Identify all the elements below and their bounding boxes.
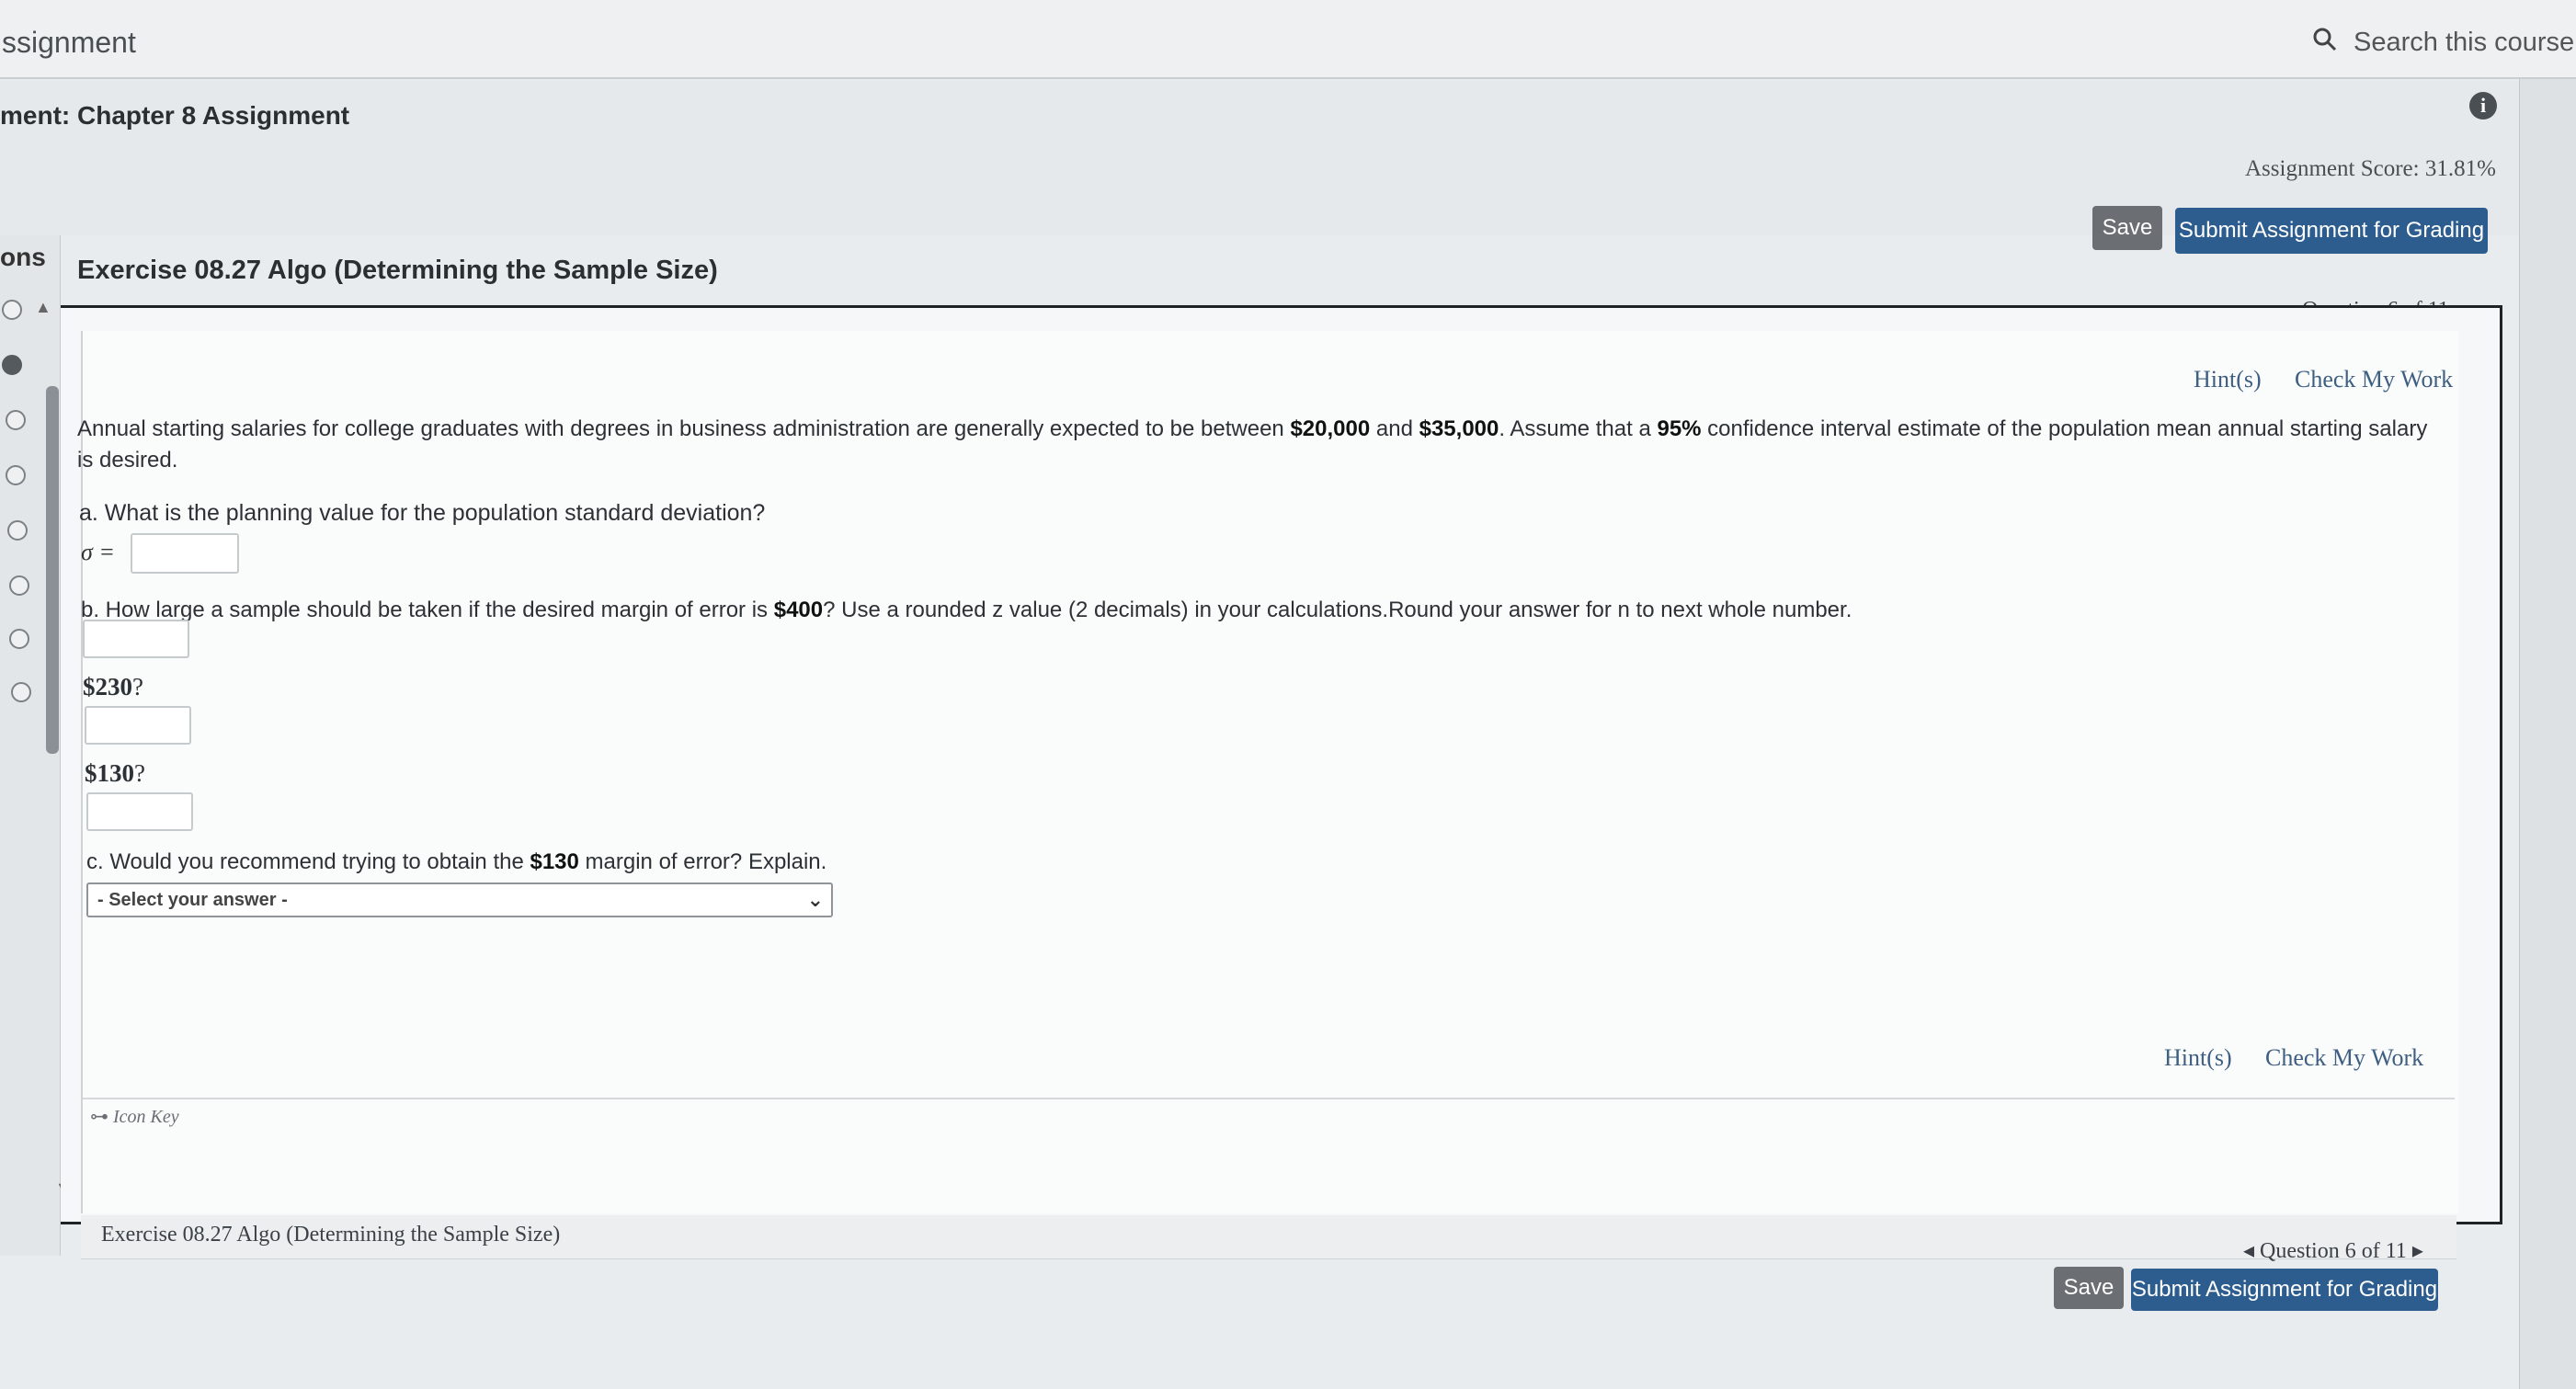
question-c: c. Would you recommend trying to obtain … [86, 849, 827, 874]
right-edge [2519, 79, 2576, 1389]
sidebar-label: ons [0, 243, 46, 271]
top-bar [0, 0, 2576, 79]
search-icon[interactable] [2311, 26, 2339, 53]
hints-link-bottom[interactable]: Hint(s) [2164, 1044, 2232, 1072]
sigma-input[interactable] [131, 533, 239, 574]
question-status-icon[interactable] [2, 300, 22, 320]
question-status-icon[interactable] [11, 682, 31, 702]
question-status-icon[interactable] [2, 355, 22, 375]
check-my-work-link-bottom[interactable]: Check My Work [2265, 1044, 2423, 1072]
question-status-icon[interactable] [6, 465, 26, 485]
prev-question-icon[interactable]: ◂ [2243, 1239, 2260, 1263]
key-icon: ⊶ [90, 1107, 113, 1127]
search-input[interactable]: Search this course [2354, 28, 2574, 58]
sample-size-400-input[interactable] [83, 620, 189, 658]
question-nav-label: Question 6 of 11 [2260, 1239, 2407, 1263]
question-b: b. How large a sample should be taken if… [81, 598, 1852, 622]
margin-230-label: $230? [83, 673, 143, 700]
check-my-work-link[interactable]: Check My Work [2295, 366, 2453, 393]
info-icon[interactable]: i [2469, 92, 2497, 120]
save-button[interactable]: Save [2092, 206, 2162, 250]
hints-link[interactable]: Hint(s) [2194, 366, 2262, 393]
question-status-icon[interactable] [6, 410, 26, 430]
next-question-icon[interactable]: ▸ [2407, 1239, 2423, 1263]
save-button-bottom[interactable]: Save [2054, 1267, 2124, 1309]
icon-key[interactable]: ⊶ Icon Key [90, 1105, 179, 1128]
sigma-label: σ = [81, 539, 115, 565]
sample-size-130-input[interactable] [86, 792, 193, 831]
question-status-icon[interactable] [9, 575, 29, 596]
assignment-title: ment: Chapter 8 Assignment [0, 101, 350, 130]
footer-exercise-title: Exercise 08.27 Algo (Determining the Sam… [101, 1223, 561, 1247]
margin-130-label: $130? [85, 759, 145, 787]
question-status-icon[interactable] [9, 629, 29, 649]
question-intro: Annual starting salaries for college gra… [77, 416, 2428, 472]
page-title: ssignment [2, 26, 136, 59]
submit-button-bottom[interactable]: Submit Assignment for Grading [2131, 1269, 2438, 1311]
question-nav-bottom[interactable]: ◂ Question 6 of 11 ▸ [2243, 1237, 2423, 1264]
sample-size-230-input[interactable] [85, 706, 191, 745]
exercise-title: Exercise 08.27 Algo (Determining the Sam… [77, 256, 718, 285]
question-status-icon[interactable] [7, 520, 28, 541]
question-a: a. What is the planning value for the po… [79, 500, 766, 526]
select-value: - Select your answer - [97, 890, 288, 910]
sidebar-scrollbar[interactable] [46, 386, 59, 754]
divider [83, 1098, 2455, 1099]
assignment-score: Assignment Score: 31.81% [2245, 156, 2496, 181]
submit-button[interactable]: Submit Assignment for Grading [2175, 208, 2488, 254]
scroll-up-icon[interactable]: ▲ [35, 298, 51, 317]
chevron-down-icon[interactable]: ⌄ [807, 888, 824, 912]
answer-select[interactable]: - Select your answer - ⌄ [86, 882, 833, 917]
